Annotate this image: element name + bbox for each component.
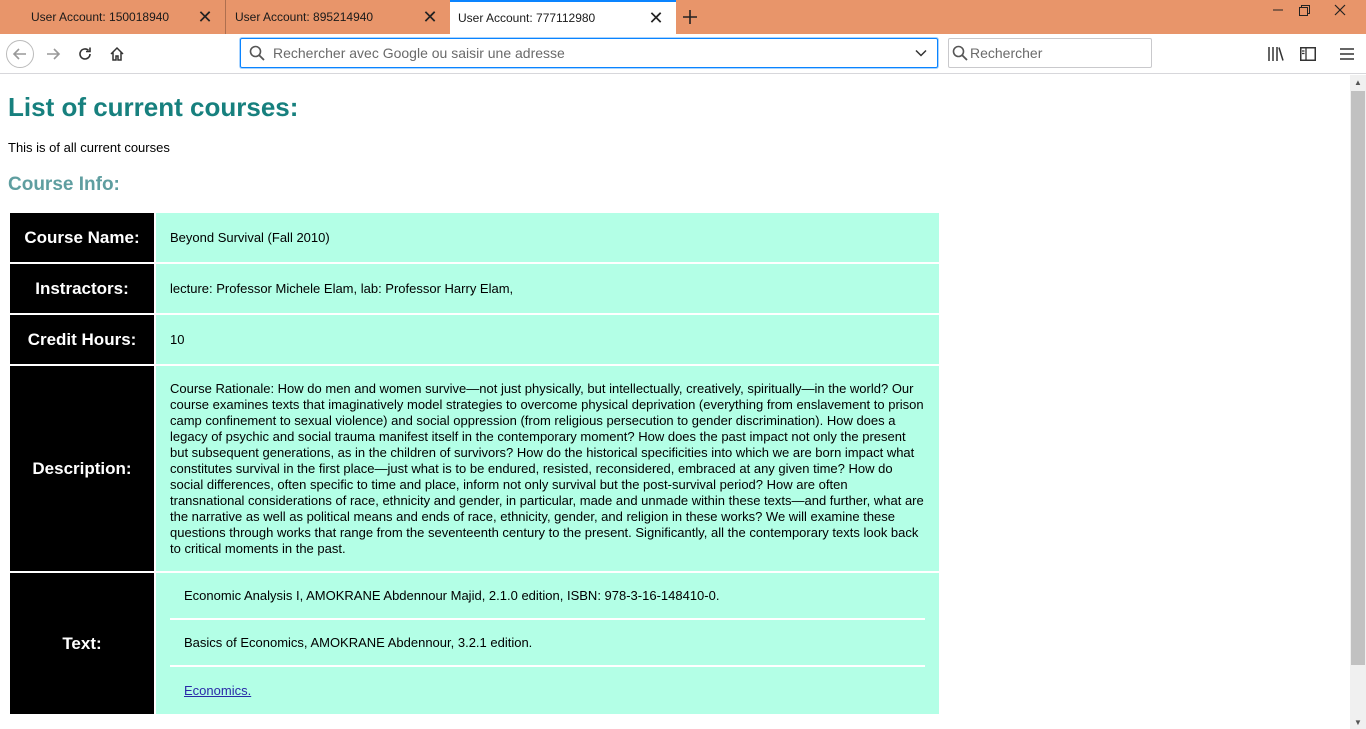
intro-text: This is of all current courses <box>8 140 170 155</box>
tab-user-account-2[interactable]: User Account: 895214940 ✕ <box>225 0 450 34</box>
instructors-label: Instractors: <box>10 264 154 313</box>
table-row: Credit Hours: 10 <box>10 315 939 364</box>
search-icon <box>949 45 970 61</box>
back-button[interactable] <box>6 40 34 68</box>
tab-title: User Account: 150018940 <box>31 10 170 24</box>
economics-link[interactable]: Economics. <box>184 683 251 699</box>
close-icon[interactable]: ✕ <box>646 8 666 28</box>
back-arrow-icon <box>12 48 26 60</box>
text-reference: Basics of Economics, AMOKRANE Abdennour,… <box>184 634 533 650</box>
tab-title: User Account: 777112980 <box>458 11 596 25</box>
list-item: Economic Analysis I, AMOKRANE Abdennour … <box>170 573 925 620</box>
minimize-icon <box>1273 9 1283 11</box>
tab-strip: User Account: 150018940 ✕ User Account: … <box>0 0 1366 34</box>
scroll-thumb[interactable] <box>1351 91 1365 665</box>
credit-hours-value: 10 <box>156 315 939 364</box>
search-bar[interactable] <box>948 38 1152 68</box>
library-button[interactable] <box>1264 42 1288 66</box>
home-button[interactable] <box>103 40 131 68</box>
tab-title: User Account: 895214940 <box>235 10 374 24</box>
page-title: List of current courses: <box>8 92 299 122</box>
reload-icon <box>79 47 91 60</box>
forward-arrow-icon <box>47 48 61 60</box>
forward-button[interactable] <box>39 40 67 68</box>
list-item: Economics. <box>170 667 925 714</box>
scroll-up-icon[interactable]: ▲ <box>1350 75 1366 89</box>
home-icon <box>110 46 124 61</box>
reload-button[interactable] <box>71 40 99 68</box>
course-info-table: Course Name: Beyond Survival (Fall 2010)… <box>8 211 941 716</box>
description-value: Course Rationale: How do men and women s… <box>156 366 939 571</box>
list-item: Basics of Economics, AMOKRANE Abdennour,… <box>170 620 925 667</box>
table-row: Text: Economic Analysis I, AMOKRANE Abde… <box>10 573 939 714</box>
table-row: Course Name: Beyond Survival (Fall 2010) <box>10 213 939 262</box>
restore-icon <box>1298 4 1310 16</box>
text-list: Economic Analysis I, AMOKRANE Abdennour … <box>156 573 939 714</box>
tab-user-account-1[interactable]: User Account: 150018940 ✕ <box>0 0 225 34</box>
sidebar-button[interactable] <box>1296 42 1320 66</box>
menu-button[interactable] <box>1335 42 1359 66</box>
url-input[interactable] <box>273 45 905 61</box>
window-close-button[interactable] <box>1325 0 1355 20</box>
restore-button[interactable] <box>1291 0 1317 20</box>
course-name-label: Course Name: <box>10 213 154 262</box>
close-icon <box>1334 4 1346 16</box>
table-row: Instractors: lecture: Professor Michele … <box>10 264 939 313</box>
address-bar[interactable] <box>240 38 938 68</box>
navigation-toolbar <box>0 34 1366 74</box>
vertical-scrollbar[interactable]: ▲ ▼ <box>1350 75 1366 729</box>
hamburger-menu-icon <box>1340 48 1354 60</box>
close-icon[interactable]: ✕ <box>195 7 215 27</box>
text-label: Text: <box>10 573 154 714</box>
minimize-button[interactable] <box>1265 0 1291 20</box>
search-icon <box>241 45 273 61</box>
table-row: Description: Course Rationale: How do me… <box>10 366 939 571</box>
section-title: Course Info: <box>8 174 120 195</box>
instructors-value: lecture: Professor Michele Elam, lab: Pr… <box>156 264 939 313</box>
description-label: Description: <box>10 366 154 571</box>
scroll-down-icon[interactable]: ▼ <box>1350 715 1366 729</box>
tab-user-account-3[interactable]: User Account: 777112980 ✕ <box>450 0 676 34</box>
sidebar-icon <box>1300 47 1316 61</box>
page-content: List of current courses: This is of all … <box>0 75 1350 729</box>
credit-hours-label: Credit Hours: <box>10 315 154 364</box>
chevron-down-icon[interactable] <box>905 46 937 60</box>
text-reference: Economic Analysis I, AMOKRANE Abdennour … <box>184 587 720 603</box>
close-icon[interactable]: ✕ <box>420 7 440 27</box>
plus-icon <box>683 10 697 24</box>
course-name-value: Beyond Survival (Fall 2010) <box>156 213 939 262</box>
search-input[interactable] <box>970 45 1151 61</box>
library-icon <box>1268 47 1284 61</box>
new-tab-button[interactable] <box>676 4 704 30</box>
